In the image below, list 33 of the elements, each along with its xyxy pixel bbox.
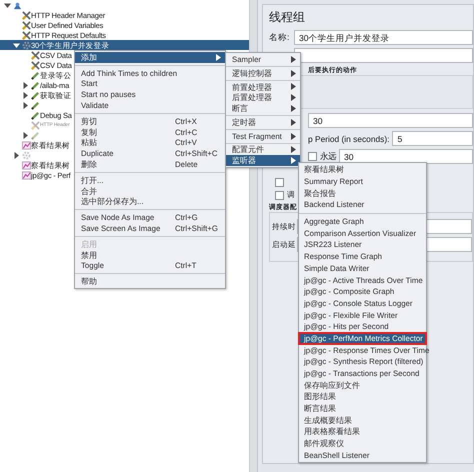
field-label: p Period (in seconds): bbox=[308, 134, 390, 144]
loop-count-field[interactable]: 30 bbox=[339, 149, 473, 164]
gear-icon bbox=[22, 40, 31, 50]
pencil-icon bbox=[31, 90, 40, 100]
checkbox-label: 永远 bbox=[320, 151, 336, 162]
checkbox[interactable] bbox=[275, 190, 284, 200]
collapse-arrow-icon[interactable] bbox=[13, 42, 20, 48]
chart-icon bbox=[22, 140, 31, 150]
pencil-icon bbox=[31, 80, 40, 90]
thread-count-field[interactable]: 30 bbox=[308, 113, 473, 128]
field-label: 名称: bbox=[269, 32, 290, 44]
wrench-icon bbox=[31, 120, 40, 130]
panel-title: 线程组 bbox=[269, 9, 306, 26]
checkbox[interactable] bbox=[275, 178, 284, 186]
comment-field[interactable] bbox=[294, 48, 473, 63]
pencil-icon bbox=[31, 110, 40, 120]
wrench-icon bbox=[22, 30, 31, 40]
expand-arrow-icon[interactable] bbox=[22, 102, 29, 108]
wrench-icon bbox=[22, 20, 31, 30]
wrench-icon bbox=[22, 10, 31, 20]
plan-icon bbox=[13, 0, 22, 10]
pencil-icon bbox=[31, 70, 40, 80]
expand-arrow-icon[interactable] bbox=[22, 82, 29, 88]
pencil-icon bbox=[31, 100, 40, 110]
collapse-arrow-icon[interactable] bbox=[4, 2, 11, 8]
wrench-icon bbox=[31, 60, 40, 70]
expand-arrow-icon[interactable] bbox=[22, 92, 29, 98]
name-field[interactable]: 30个学生用户并发登录 bbox=[294, 30, 473, 45]
chart-icon bbox=[22, 160, 31, 170]
checkbox[interactable] bbox=[308, 152, 317, 161]
ramp-up-field[interactable]: 5 bbox=[392, 131, 473, 146]
chart-icon bbox=[22, 170, 31, 180]
wrench-icon bbox=[31, 50, 40, 60]
